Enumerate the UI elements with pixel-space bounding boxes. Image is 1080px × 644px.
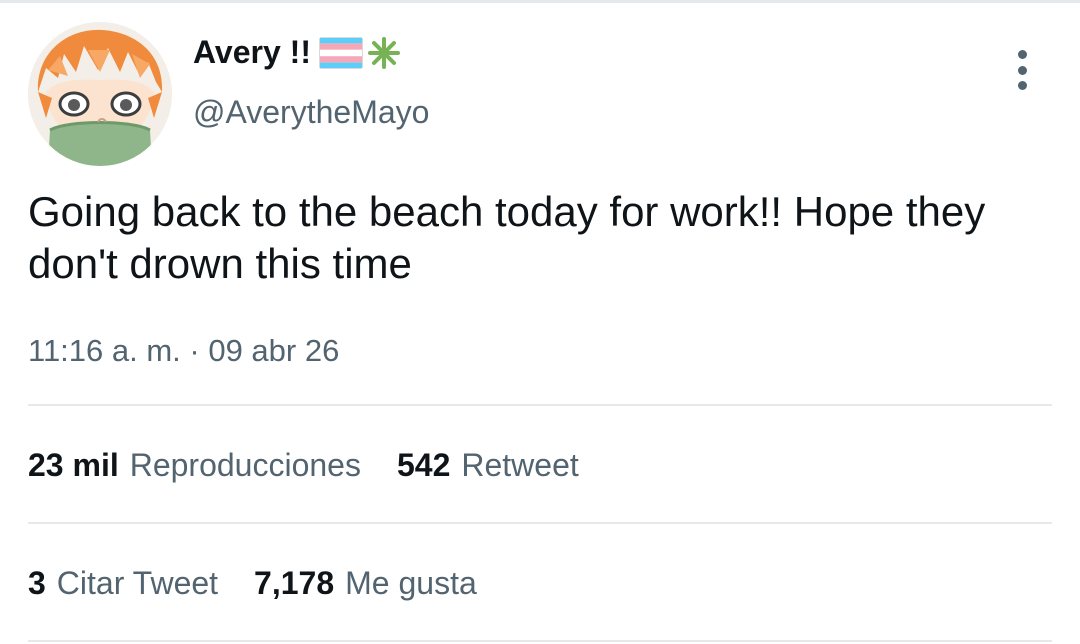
retweets-count: 542 [396, 447, 451, 483]
views-label: Reproducciones [129, 447, 361, 483]
quote-tweets-stat[interactable]: 3 Citar Tweet [28, 565, 218, 602]
divider [28, 640, 1052, 642]
vertical-ellipsis-icon [1017, 50, 1027, 59]
vertical-ellipsis-icon [1017, 65, 1027, 75]
user-handle[interactable]: @AverytheMayo [193, 94, 429, 131]
more-options-button[interactable] [1004, 48, 1040, 92]
likes-label: Me gusta [345, 565, 477, 601]
display-name-text: Avery !! [193, 34, 311, 70]
views-count: 23 mil [28, 447, 119, 483]
transgender-flag-emoji [318, 36, 363, 69]
views-stat[interactable]: 23 mil Reproducciones [28, 447, 361, 484]
stats-row-views-retweets: 23 mil Reproducciones 542 Retweet [28, 447, 615, 484]
divider [28, 522, 1052, 524]
likes-count: 7,178 [254, 565, 335, 601]
likes-stat[interactable]: 7,178 Me gusta [254, 565, 477, 602]
quote-tweets-label: Citar Tweet [56, 565, 219, 601]
sparkle-emoji [367, 36, 401, 70]
tweet-timestamp[interactable]: 11:16 a. m. · 09 abr 26 [28, 333, 339, 369]
quote-tweets-count: 3 [28, 565, 46, 601]
retweets-label: Retweet [461, 447, 579, 483]
avatar[interactable] [28, 22, 172, 166]
divider [28, 404, 1052, 406]
vertical-ellipsis-icon [1017, 81, 1027, 90]
tweet-text: Going back to the beach today for work!!… [28, 188, 986, 287]
avatar-illustration [28, 22, 172, 166]
retweets-stat[interactable]: 542 Retweet [397, 447, 579, 484]
display-name[interactable]: Avery !! [193, 34, 401, 71]
top-border [0, 0, 1080, 3]
stats-row-quotes-likes: 3 Citar Tweet 7,178 Me gusta [28, 565, 513, 602]
